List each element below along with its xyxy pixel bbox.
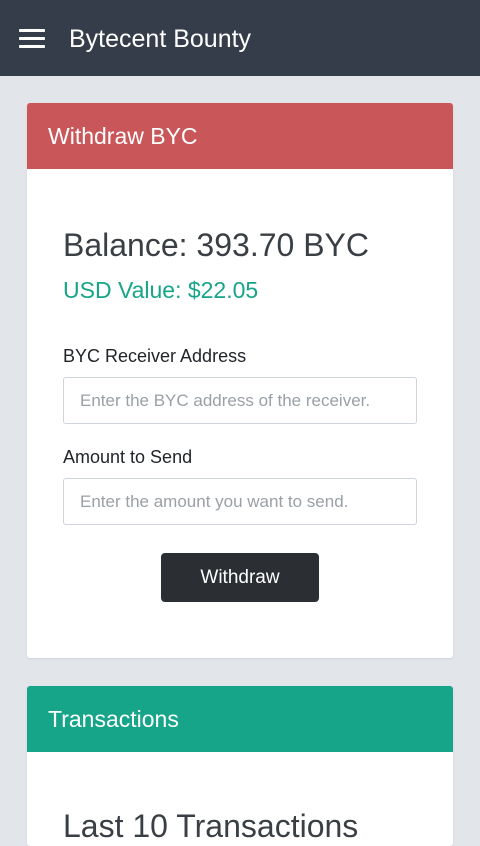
withdraw-card: Withdraw BYC Balance: 393.70 BYC USD Val… [27,103,453,658]
navbar: Bytecent Bounty [0,0,480,76]
receiver-address-label: BYC Receiver Address [63,346,247,366]
app-title: Bytecent Bounty [69,25,252,53]
transactions-card: Transactions Last 10 Transactions [27,686,453,846]
amount-input[interactable] [63,478,417,525]
balance-text: Balance: 393.70 BYC [63,227,369,263]
amount-label: Amount to Send [63,447,193,467]
receiver-address-input[interactable] [63,377,417,424]
withdraw-card-header: Withdraw BYC [27,103,453,169]
last-transactions-title: Last 10 Transactions [63,808,359,844]
transactions-card-header: Transactions [27,686,453,752]
withdraw-button[interactable]: Withdraw [161,553,319,602]
hamburger-menu-icon[interactable] [19,29,45,49]
usd-value-text: USD Value: $22.05 [63,277,259,303]
